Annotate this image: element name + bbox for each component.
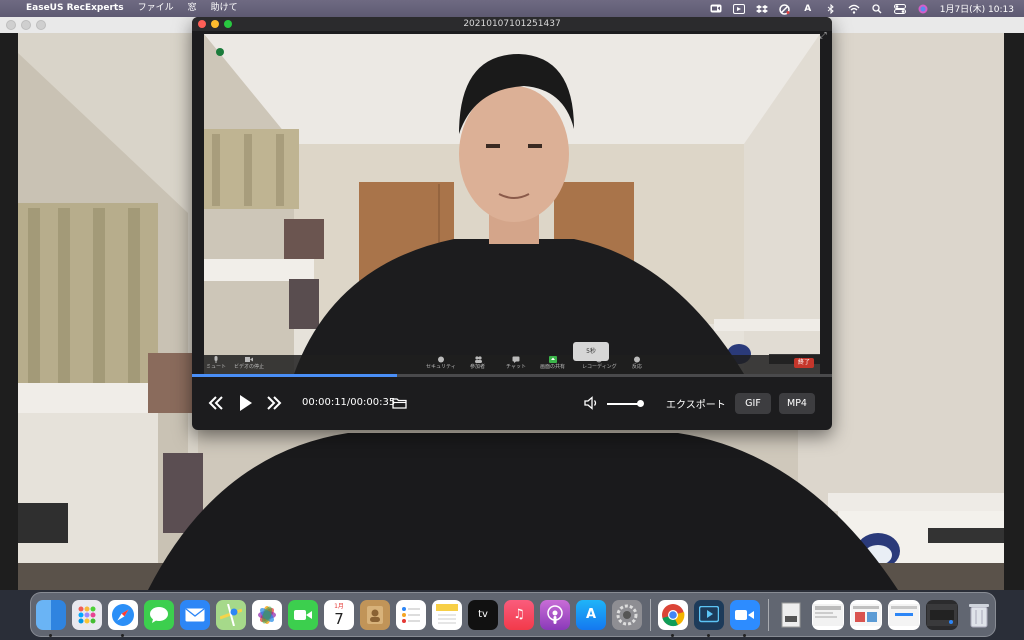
dock-facetime-icon[interactable] (288, 599, 318, 630)
minimize-button[interactable] (21, 20, 31, 30)
video-zoom-toolbar: ミュート ビデオの停止 セキュリティ 参加者 チャット 画面の共有 レコーディン… (204, 355, 820, 374)
export-label: エクスポート (666, 400, 726, 411)
fullscreen-icon[interactable]: ⤢ (818, 31, 828, 41)
dock-tv-icon[interactable]: tv (468, 599, 498, 630)
export-gif-button[interactable]: GIF (735, 393, 771, 414)
video-frame[interactable] (204, 34, 820, 374)
dock-system-preferences-icon[interactable] (612, 599, 642, 630)
dock-maps-icon[interactable] (216, 599, 246, 630)
video-stop-control: ビデオの停止 (234, 356, 264, 370)
menu-clock[interactable]: 1月7日(木) 10:13 (940, 2, 1014, 15)
dock-window-thumbnail-3[interactable] (888, 599, 920, 630)
playback-controls: 00:00:11/00:00:35 エクスポート GIF MP4 (192, 377, 832, 430)
menu-bar: EaseUS RecExperts ファイル 窓 助けて A 1月7日(木) 1… (0, 0, 1024, 17)
dropbox-icon[interactable] (755, 4, 768, 14)
share-label: 画面の共有 (540, 364, 566, 370)
video-camera-icon (245, 357, 253, 362)
video-stop-label: ビデオの停止 (234, 364, 265, 370)
dock-mail-icon[interactable] (180, 599, 210, 630)
shield-icon (437, 356, 444, 363)
close-button[interactable] (6, 20, 16, 30)
fast-forward-icon (267, 396, 282, 410)
security-label: セキュリティ (426, 364, 456, 370)
dock-separator (650, 598, 651, 631)
export-mp4-button[interactable]: MP4 (779, 393, 815, 414)
zoom-button[interactable] (36, 20, 46, 30)
dock-recexperts-icon[interactable] (694, 599, 724, 637)
dock-contacts-icon[interactable] (360, 599, 390, 630)
rewind-button[interactable] (208, 395, 224, 411)
calendar-day: 7 (334, 609, 344, 628)
dock-trash-icon[interactable] (964, 600, 994, 630)
dock-calendar-icon[interactable]: 1月 7 (324, 599, 354, 630)
record-label: レコーディング (582, 364, 617, 370)
folder-icon (391, 398, 407, 409)
dock-music-icon[interactable]: ♫ (504, 599, 534, 630)
chat-control: チャット (506, 356, 526, 370)
player-titlebar: 20210107101251437 (192, 17, 832, 31)
play-icon (240, 395, 252, 411)
recexperts-status-icon[interactable] (732, 3, 745, 14)
mute-label: ミュート (206, 364, 227, 370)
reactions-label: 反応 (632, 364, 643, 370)
dock-notes-icon[interactable] (432, 599, 462, 630)
reactions-control: 反応 (632, 356, 642, 370)
play-button[interactable] (237, 393, 255, 413)
microphone-icon (214, 356, 218, 363)
mute-control: ミュート (206, 356, 226, 370)
participants-control: 参加者 (470, 356, 485, 370)
volume-button[interactable] (584, 395, 600, 411)
security-control: セキュリティ (426, 356, 456, 370)
dock-window-thumbnail-2[interactable] (850, 599, 882, 630)
bluetooth-icon[interactable] (825, 3, 837, 14)
speaker-icon (584, 396, 597, 410)
people-icon (474, 356, 482, 363)
dock-document-icon[interactable] (776, 600, 806, 630)
dock-safari-icon[interactable] (108, 599, 138, 637)
dock-chrome-icon[interactable] (658, 599, 688, 637)
volume-slider-knob[interactable] (637, 400, 644, 407)
player-window: 20210107101251437 ⤢ ミュート ビデオの停止 セキュリティ 参… (192, 17, 832, 430)
app-menu[interactable]: EaseUS RecExperts (26, 0, 124, 17)
fast-forward-button[interactable] (266, 395, 282, 411)
chat-bubble-icon (512, 356, 520, 363)
dock-window-thumbnail-1[interactable] (812, 599, 844, 630)
share-control: 画面の共有 (540, 356, 565, 370)
wifi-icon[interactable] (848, 4, 860, 14)
participants-label: 参加者 (470, 364, 486, 370)
volume-slider-track[interactable] (607, 403, 641, 405)
dock-photos-icon[interactable] (252, 599, 282, 630)
text-tool-icon[interactable]: A (802, 4, 814, 14)
dock-messages-icon[interactable] (144, 599, 174, 630)
dock: 1月 7 tv ♫ A (30, 592, 996, 637)
zoom-status-icon[interactable] (710, 4, 722, 14)
dock-launchpad-icon[interactable] (72, 599, 102, 630)
countdown-tooltip: 5秒 (573, 342, 609, 361)
dock-zoom-icon[interactable] (730, 599, 760, 637)
dock-separator (768, 598, 769, 631)
player-title: 20210107101251437 (463, 19, 561, 29)
chat-label: チャット (506, 364, 526, 370)
dock-podcasts-icon[interactable] (540, 599, 570, 630)
rewind-icon (208, 396, 223, 410)
spotlight-search-icon[interactable] (871, 3, 883, 14)
smiley-icon (634, 356, 640, 363)
block-icon[interactable] (779, 3, 791, 15)
siri-icon[interactable] (917, 4, 929, 14)
menu-window[interactable]: 窓 (188, 0, 197, 17)
dock-reminders-icon[interactable] (396, 599, 426, 630)
dock-finder-icon[interactable] (36, 599, 66, 637)
open-folder-button[interactable] (391, 395, 407, 411)
timecode: 00:00:11/00:00:35 (302, 397, 396, 408)
share-screen-icon (548, 356, 557, 363)
end-meeting-badge: 終了 (794, 358, 814, 368)
menu-file[interactable]: ファイル (138, 0, 174, 17)
menu-help[interactable]: 助けて (211, 0, 238, 17)
dock-window-thumbnail-4[interactable] (926, 599, 958, 630)
dock-app-store-icon[interactable]: A (576, 599, 606, 630)
control-center-icon[interactable] (893, 3, 906, 14)
